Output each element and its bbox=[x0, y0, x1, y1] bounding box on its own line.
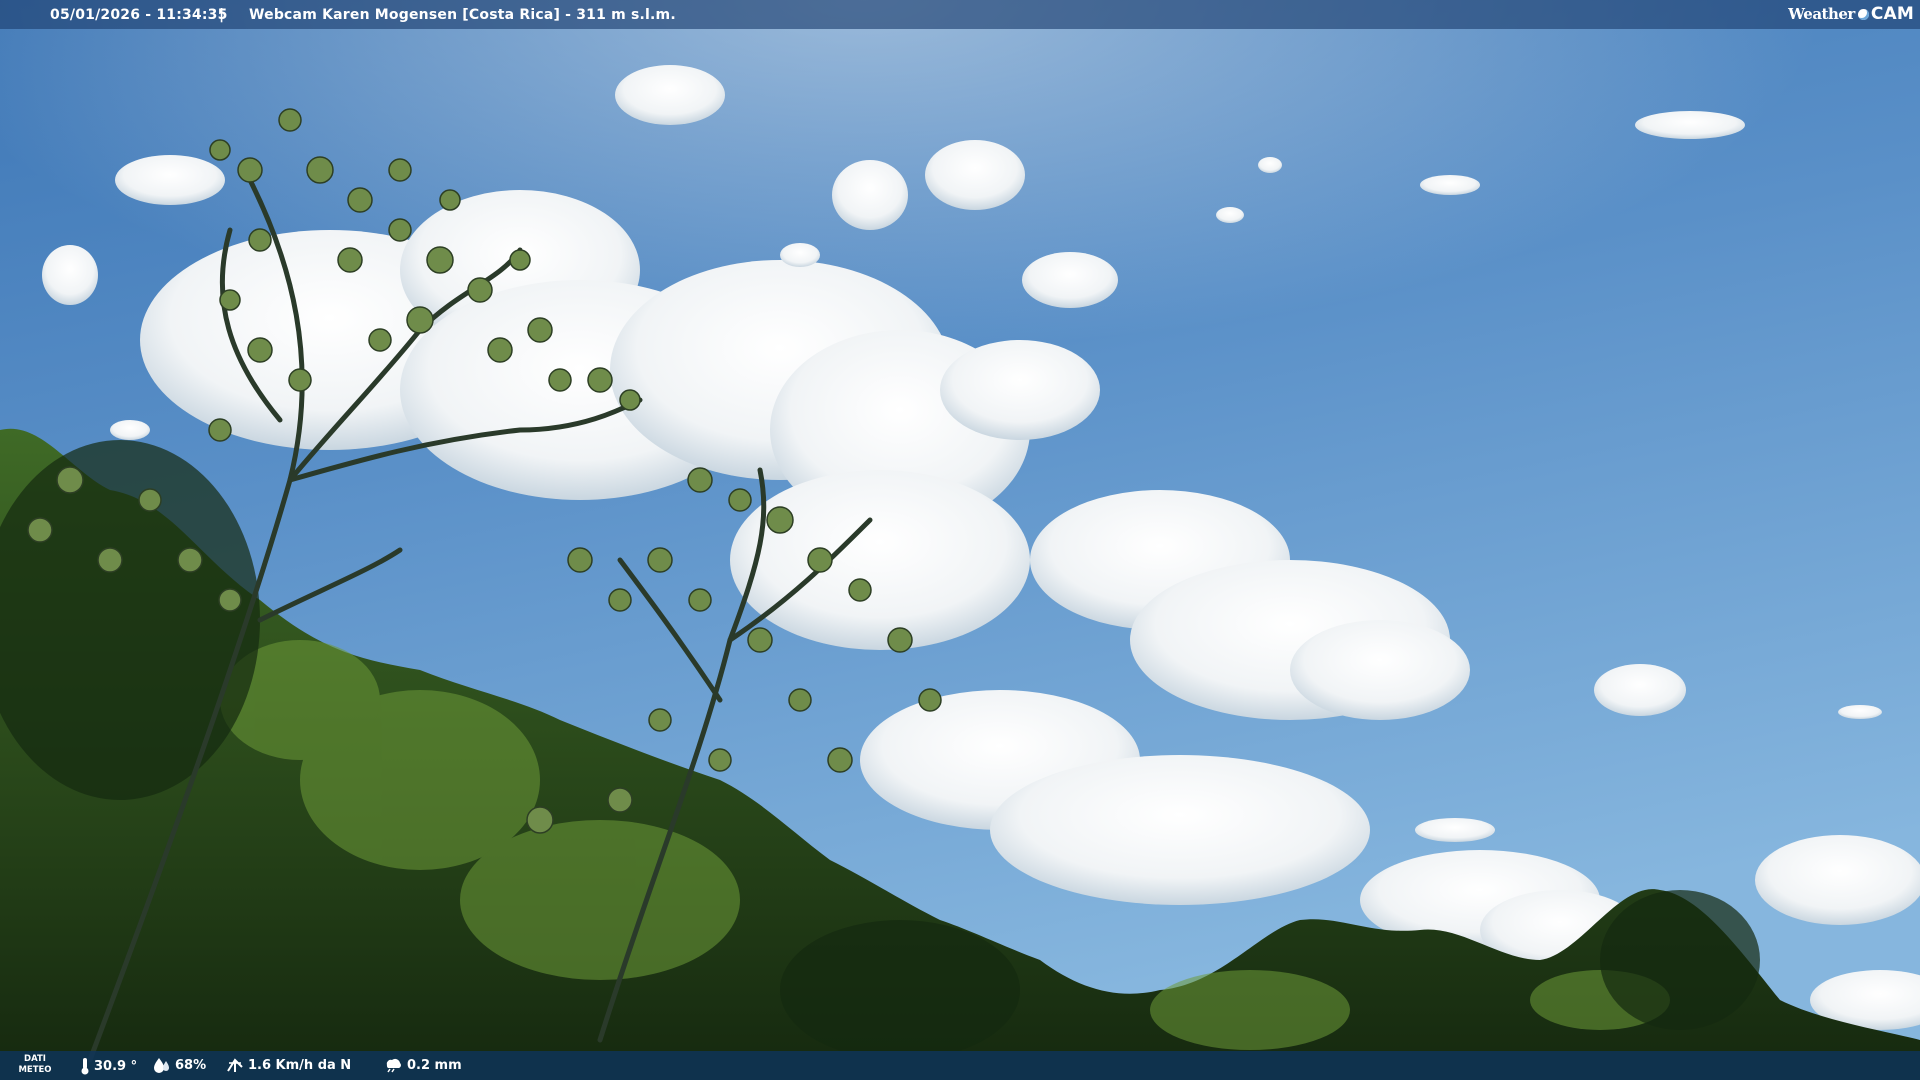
rain-reading: 0.2 mm bbox=[383, 1057, 462, 1073]
logo-cam-text: CAM bbox=[1870, 4, 1914, 24]
logo-weather-text: Weather bbox=[1788, 5, 1855, 23]
temperature-reading: 30.9 ° bbox=[80, 1057, 137, 1075]
weathercam-logo[interactable]: Weather CAM bbox=[1788, 3, 1914, 25]
weather-bar: DATI METEO 30.9 ° 68% 1.6 Km/h da N 0.2 … bbox=[0, 1051, 1920, 1080]
water-drop-icon bbox=[154, 1058, 169, 1073]
humidity-value: 68% bbox=[175, 1057, 207, 1073]
wind-value: 1.6 Km/h da N bbox=[248, 1057, 352, 1073]
wind-icon bbox=[227, 1058, 243, 1072]
temperature-value: 30.9 ° bbox=[94, 1058, 138, 1074]
webcam-title: Webcam Karen Mogensen [Costa Rica] - 311… bbox=[249, 6, 676, 23]
rain-cloud-icon bbox=[386, 1058, 401, 1073]
timestamp: 05/01/2026 - 11:34:35 bbox=[50, 6, 228, 23]
wind-reading: 1.6 Km/h da N bbox=[226, 1057, 351, 1073]
meteo-label: DATI METEO bbox=[14, 1054, 56, 1076]
thermometer-icon bbox=[81, 1058, 89, 1075]
rain-value: 0.2 mm bbox=[407, 1057, 462, 1073]
humidity-reading: 68% bbox=[153, 1057, 206, 1073]
header-bar: 05/01/2026 - 11:34:35 | Webcam Karen Mog… bbox=[0, 0, 1920, 29]
meteo-label-line1: DATI bbox=[24, 1054, 46, 1064]
logo-dot-icon bbox=[1857, 8, 1869, 20]
webcam-image bbox=[0, 0, 1920, 1080]
meteo-label-line2: METEO bbox=[18, 1065, 52, 1075]
separator: | bbox=[219, 6, 225, 23]
